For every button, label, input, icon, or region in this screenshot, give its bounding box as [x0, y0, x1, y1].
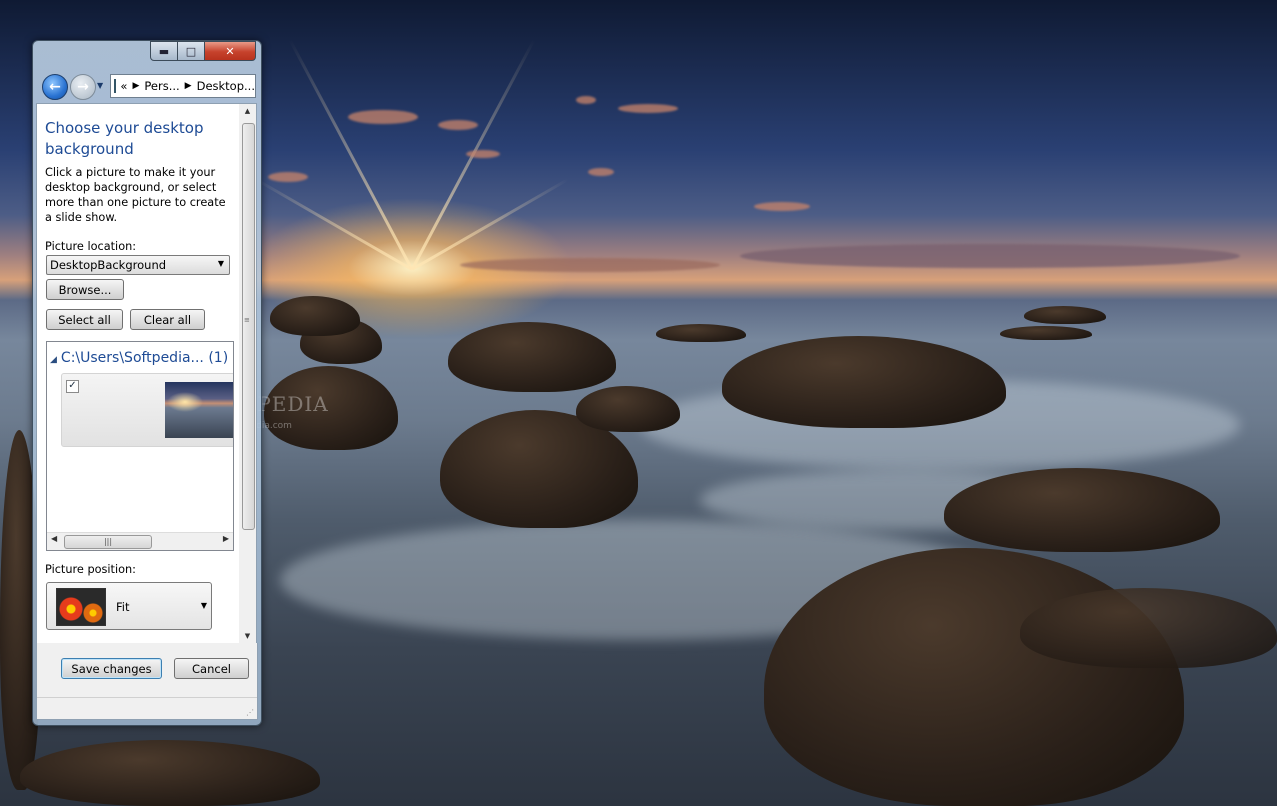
close-button[interactable]: ✕ [204, 41, 256, 61]
picture-checkbox[interactable]: ✓ [66, 380, 79, 393]
address-bar[interactable]: « ▶ Pers... ▶ Desktop... [110, 74, 256, 98]
cloud [438, 120, 478, 130]
scroll-up-icon[interactable]: ▲ [239, 107, 256, 115]
resize-grip-icon[interactable]: ⋰ [246, 708, 254, 717]
save-changes-button[interactable]: Save changes [61, 658, 162, 679]
breadcrumb-separator-icon: ▶ [184, 81, 192, 91]
rock [576, 386, 680, 432]
recent-pages-dropdown-icon[interactable]: ▼ [97, 81, 103, 90]
clear-all-button[interactable]: Clear all [130, 309, 205, 330]
cloud-bank [740, 244, 1240, 268]
divider [37, 697, 257, 698]
rock [656, 324, 746, 342]
vertical-scrollbar[interactable]: ▲ ≡ ▼ [239, 103, 257, 644]
vertical-scroll-thumb[interactable] [242, 123, 255, 530]
picture-location-dropdown[interactable]: DesktopBackground ▼ [46, 255, 230, 275]
breadcrumb-desktop-background[interactable]: Desktop... [197, 79, 255, 93]
scroll-down-icon[interactable]: ▼ [239, 632, 256, 640]
rock [1024, 306, 1106, 324]
cloud [576, 96, 596, 104]
collapse-triangle-icon[interactable]: ◢ [50, 355, 57, 365]
page-title: Choose your desktop background [45, 119, 204, 158]
scroll-left-icon[interactable]: ◀ [51, 534, 57, 543]
cloud [268, 172, 308, 182]
control-panel-icon [114, 79, 117, 93]
cancel-button[interactable]: Cancel [174, 658, 249, 679]
breadcrumb-overflow[interactable]: « [120, 79, 127, 93]
picture-position-label: Picture position: [45, 563, 136, 576]
forward-button[interactable]: → [70, 74, 96, 100]
cloud [754, 202, 810, 211]
rock [944, 468, 1220, 552]
chevron-down-icon: ▼ [217, 259, 224, 268]
horizontal-scrollbar[interactable]: ◀ ||| ▶ [47, 532, 233, 550]
rock [764, 548, 1184, 806]
rock [20, 740, 320, 806]
scroll-grip-icon: ≡ [244, 316, 250, 324]
maximize-button[interactable]: □ [177, 41, 205, 61]
select-all-button[interactable]: Select all [46, 309, 123, 330]
rock [1000, 326, 1092, 340]
forward-arrow-icon: → [77, 79, 89, 95]
cloud-bank [460, 258, 720, 272]
breadcrumb-separator-icon: ▶ [132, 81, 140, 91]
breadcrumb-personalization[interactable]: Pers... [144, 79, 179, 93]
picture-group-path: C:\Users\Softpedia... (1) [60, 350, 229, 366]
dialog-footer: Save changes Cancel ⋰ [36, 643, 258, 720]
minimize-button[interactable]: ▬ [150, 41, 178, 61]
picture-position-dropdown[interactable]: Fit ▼ [46, 582, 212, 630]
picture-location-value: DesktopBackground [50, 258, 167, 272]
picture-position-value: Fit [116, 600, 130, 614]
rock [448, 322, 616, 392]
picture-thumbnail[interactable] [165, 382, 233, 438]
scroll-right-icon[interactable]: ▶ [223, 534, 229, 543]
horizontal-scroll-thumb[interactable]: ||| [64, 535, 152, 549]
cloud [588, 168, 614, 176]
cloud [466, 150, 500, 158]
flower-wallpaper-icon [56, 588, 106, 626]
picture-group-header[interactable]: ◢ C:\Users\Softpedia... (1) [50, 350, 228, 366]
rock [722, 336, 1006, 428]
back-button[interactable]: ← [42, 74, 68, 100]
rock [1020, 588, 1277, 668]
picture-location-label: Picture location: [45, 240, 137, 253]
back-arrow-icon: ← [49, 79, 61, 95]
rock [270, 296, 360, 336]
chevron-down-icon: ▼ [200, 601, 207, 610]
cloud [348, 110, 418, 124]
page-description: Click a picture to make it your desktop … [45, 166, 226, 224]
picture-tile[interactable]: ✓ [61, 373, 233, 447]
content-pane: Choose your desktop background Click a p… [36, 103, 241, 644]
cloud [618, 104, 678, 113]
personalization-window: ▬ □ ✕ ← → ▼ « ▶ Pers... ▶ Desktop... Cho… [32, 40, 262, 726]
picture-list: ◢ C:\Users\Softpedia... (1) ✓ ◀ ||| ▶ [46, 341, 234, 551]
browse-button[interactable]: Browse... [46, 279, 124, 300]
